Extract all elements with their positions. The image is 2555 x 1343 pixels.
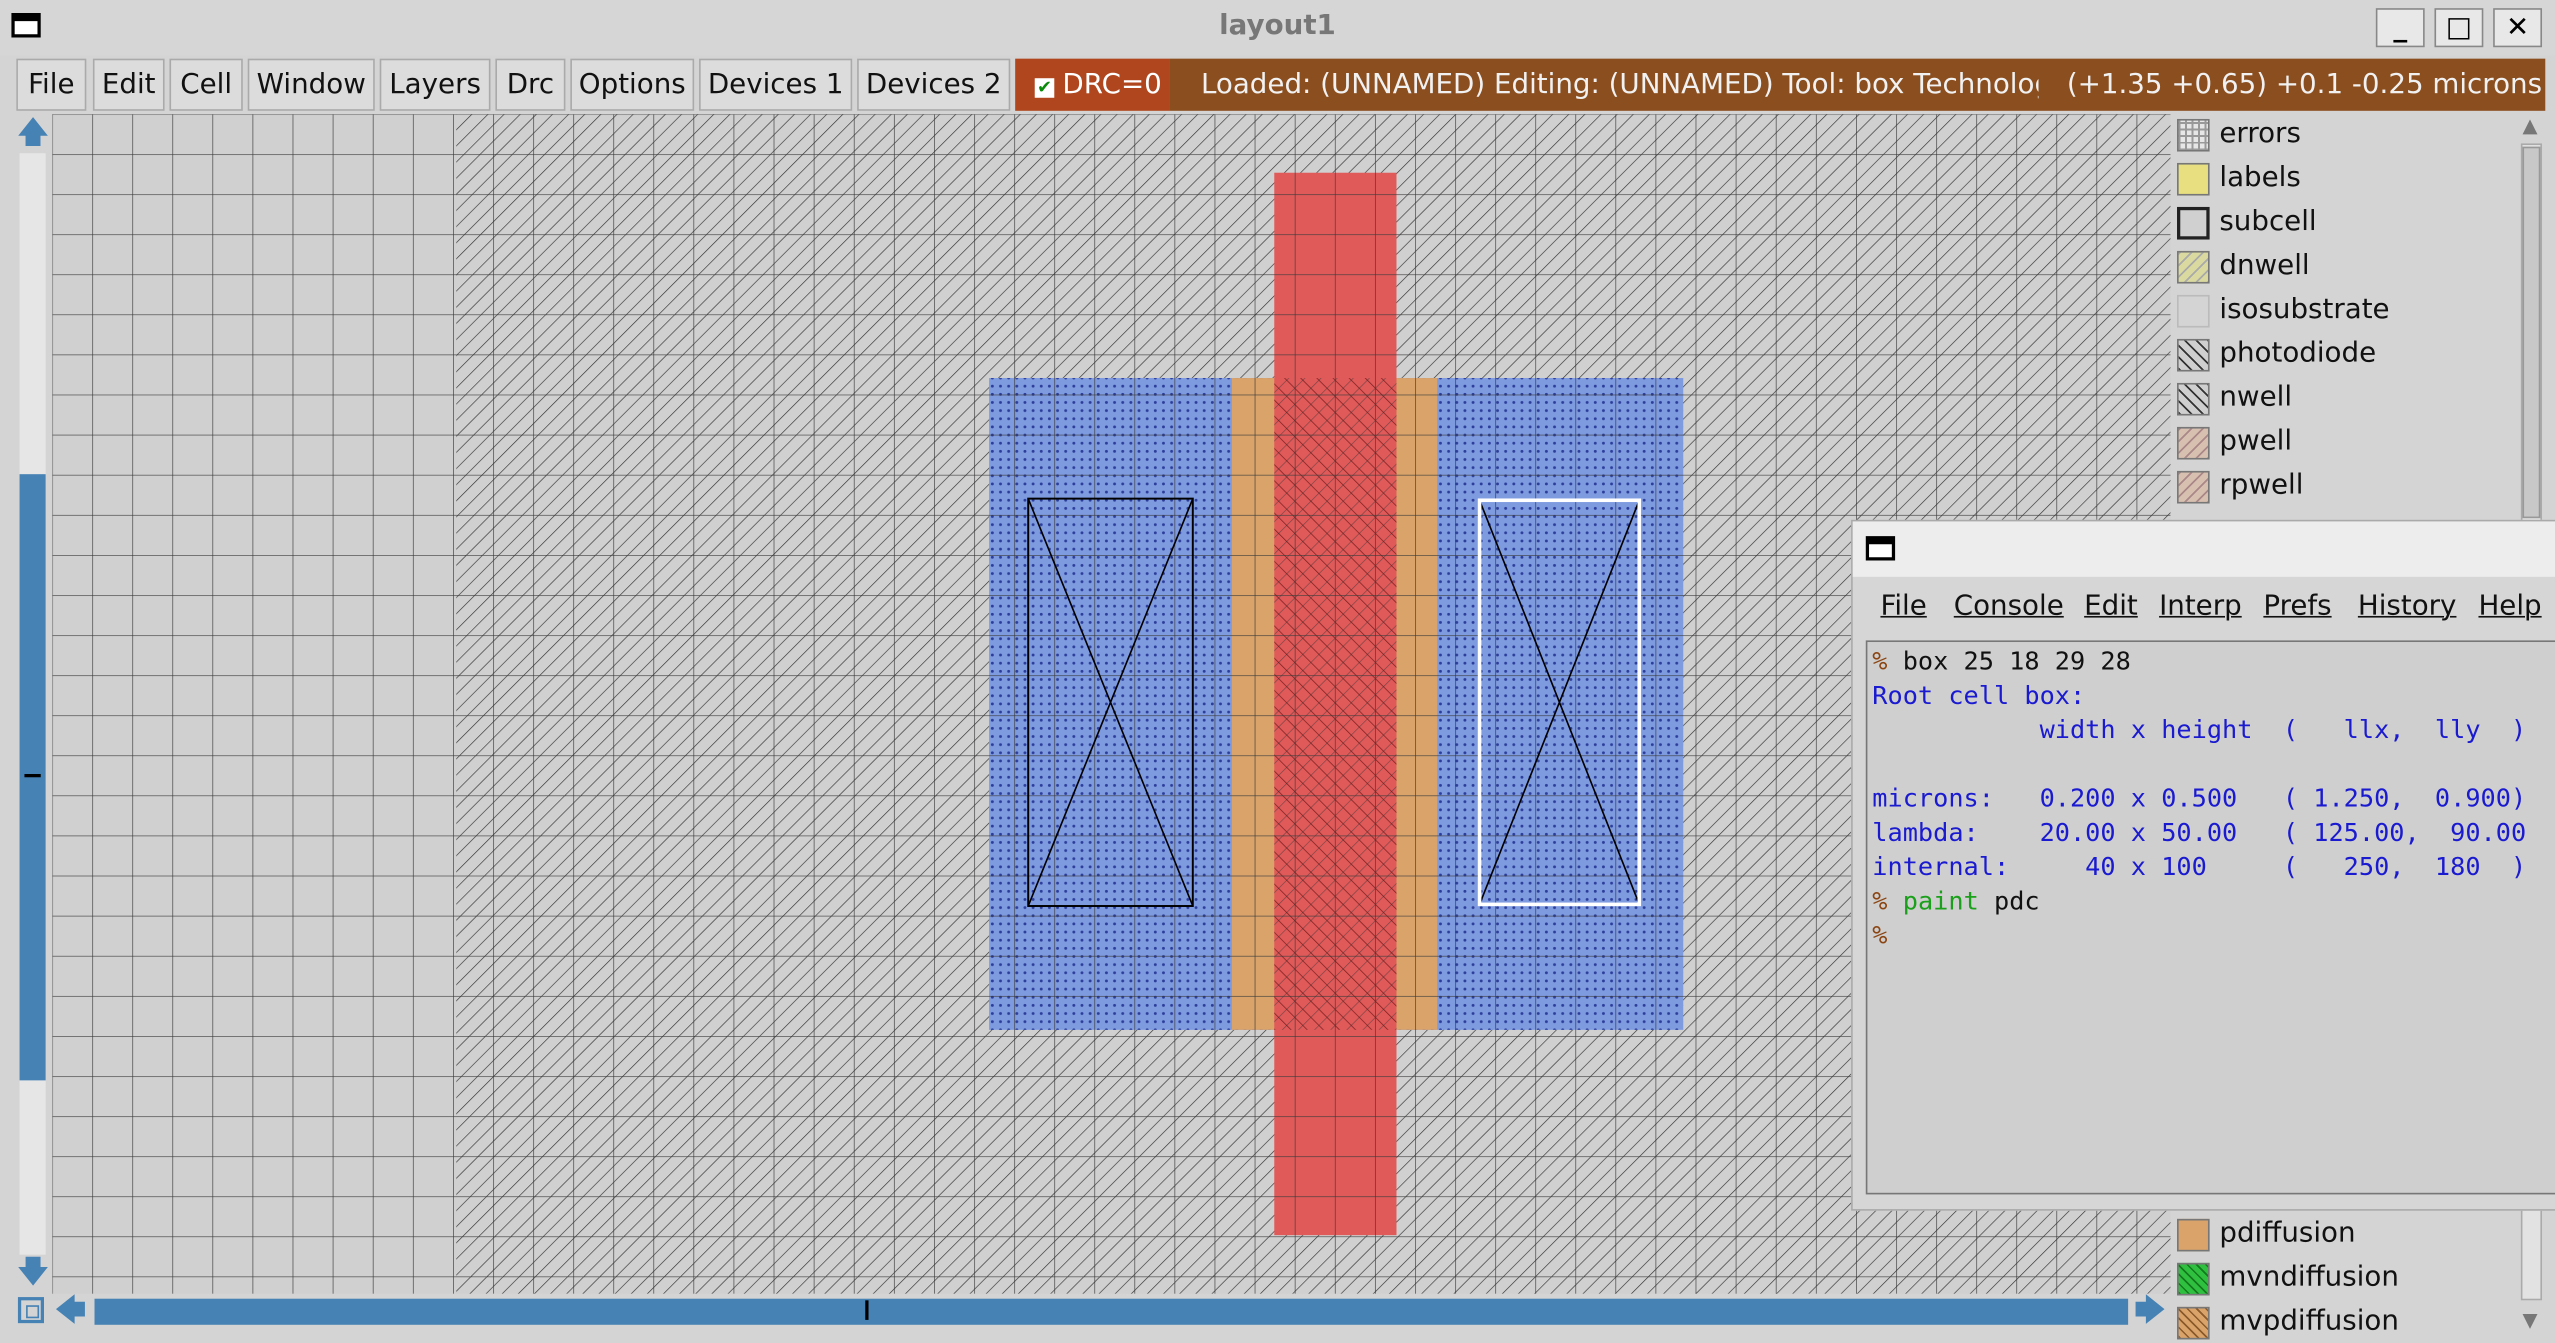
- photodiode-swatch-icon: [2177, 338, 2210, 372]
- layer-name: subcell: [2219, 205, 2317, 238]
- rpwell-swatch-icon: [2177, 470, 2210, 504]
- layer-isosubstrate[interactable]: isosubstrate: [2174, 290, 2519, 334]
- scroll-right-arrow-icon[interactable]: 🡆: [2135, 1296, 2165, 1326]
- scroll-up-arrow-icon[interactable]: ▲: [2522, 114, 2537, 137]
- layers-scroll-thumb[interactable]: [2522, 146, 2541, 519]
- scroll-down-arrow-icon[interactable]: ▼: [2522, 1308, 2537, 1331]
- subcell-swatch-icon: [2177, 206, 2210, 240]
- menu-edit[interactable]: Edit: [92, 58, 165, 111]
- console-output[interactable]: % box 25 18 29 28 Root cell box: width x …: [1865, 640, 2555, 1195]
- console-menu-interp[interactable]: Interp: [2159, 590, 2242, 623]
- pwell-swatch-icon: [2177, 426, 2210, 460]
- layer-name: errors: [2219, 117, 2301, 150]
- horizontal-scroll-thumb[interactable]: [94, 1298, 2129, 1325]
- horizontal-scrollbar[interactable]: 🡄 🡆: [16, 1293, 2168, 1330]
- layer-mvpdiffusion[interactable]: mvpdiffusion: [2174, 1302, 2519, 1340]
- minimize-button[interactable]: _: [2375, 8, 2425, 48]
- drc-toggle[interactable]: ✔ DRC=0: [1015, 58, 1170, 111]
- maximize-button[interactable]: □: [2434, 8, 2484, 48]
- window-title: layout1: [1219, 9, 1336, 43]
- pdiffusion-swatch-icon: [2177, 1218, 2210, 1252]
- layer-name: mvndiffusion: [2219, 1261, 2399, 1294]
- layer-labels[interactable]: labels: [2174, 158, 2519, 202]
- zoom-box-icon[interactable]: [17, 1297, 44, 1324]
- console-menu-edit[interactable]: Edit: [2084, 590, 2138, 623]
- console-line: internal: 40 x 100 ( 250, 180 ): [1872, 852, 2527, 882]
- layer-name: pwell: [2219, 425, 2293, 458]
- layer-pdiffusion[interactable]: pdiffusion: [2174, 1214, 2519, 1258]
- console-window: File Console Edit Interp Prefs History H…: [1851, 519, 2555, 1211]
- mvndiffusion-swatch-icon: [2177, 1262, 2210, 1296]
- console-prompt-line[interactable]: %: [1872, 919, 2555, 953]
- status-text: Loaded: (UNNAMED) Editing: (UNNAMED) Too…: [1200, 68, 2039, 102]
- console-window-icon[interactable]: [1865, 536, 1896, 561]
- isosubstrate-swatch-icon: [2177, 294, 2210, 328]
- layer-name: photodiode: [2219, 337, 2377, 370]
- console-line: lambda: 20.00 x 50.00 ( 125.00, 90.00: [1872, 818, 2527, 848]
- console-line: % paint pdc: [1872, 886, 2040, 916]
- menu-cell[interactable]: Cell: [169, 58, 243, 111]
- nwell-swatch-icon: [2177, 382, 2210, 416]
- vertical-scrollbar[interactable]: 🡅 🡇: [16, 114, 49, 1294]
- dnwell-swatch-icon: [2177, 250, 2210, 284]
- console-menu-bar: File Console Edit Interp Prefs History H…: [1853, 577, 2555, 632]
- layer-name: nwell: [2219, 381, 2293, 414]
- console-title-bar[interactable]: [1852, 521, 2555, 577]
- layer-dnwell[interactable]: dnwell: [2174, 246, 2519, 290]
- console-menu-console[interactable]: Console: [1954, 590, 2064, 623]
- console-menu-help[interactable]: Help: [2478, 590, 2541, 623]
- menu-window[interactable]: Window: [247, 58, 375, 111]
- layer-name: labels: [2219, 161, 2301, 194]
- menu-layers[interactable]: Layers: [379, 58, 491, 111]
- checkbox-icon: ✔: [1034, 77, 1055, 98]
- console-line: Root cell box:: [1872, 681, 2086, 711]
- console-menu-history[interactable]: History: [2358, 590, 2457, 623]
- scroll-up-arrow-icon[interactable]: 🡅: [18, 118, 48, 148]
- coordinate-readout: (+1.35 +0.65) +0.1 -0.25 microns: [2066, 68, 2543, 102]
- layer-subcell[interactable]: subcell: [2174, 202, 2519, 246]
- console-menu-file[interactable]: File: [1880, 590, 1926, 623]
- menu-devices-2[interactable]: Devices 2: [857, 58, 1011, 111]
- layer-errors[interactable]: errors: [2174, 114, 2519, 158]
- menu-file[interactable]: File: [16, 58, 87, 111]
- scroll-down-arrow-icon[interactable]: 🡇: [18, 1257, 48, 1287]
- layer-nwell[interactable]: nwell: [2174, 378, 2519, 422]
- layer-name: mvpdiffusion: [2219, 1305, 2399, 1338]
- layer-name: isosubstrate: [2219, 293, 2390, 326]
- menu-devices-1[interactable]: Devices 1: [699, 58, 853, 111]
- layer-name: dnwell: [2219, 249, 2310, 282]
- console-line: % box 25 18 29 28: [1872, 646, 2131, 677]
- title-bar: layout1 _ □ ✕: [0, 0, 2555, 56]
- mvpdiffusion-swatch-icon: [2177, 1306, 2210, 1340]
- console-line: microns: 0.200 x 0.500 ( 1.250, 0.900): [1872, 783, 2527, 814]
- console-line: width x height ( llx, lly ): [1872, 715, 2527, 745]
- close-button[interactable]: ✕: [2493, 8, 2543, 48]
- layer-pwell[interactable]: pwell: [2174, 422, 2519, 466]
- drc-label: DRC=0: [1062, 68, 1162, 102]
- menu-options[interactable]: Options: [570, 58, 695, 111]
- layer-mvndiffusion[interactable]: mvndiffusion: [2174, 1258, 2519, 1302]
- menu-drc[interactable]: Drc: [495, 58, 566, 111]
- scroll-left-arrow-icon[interactable]: 🡄: [55, 1296, 85, 1326]
- errors-swatch-icon: [2177, 118, 2210, 152]
- layer-photodiode[interactable]: photodiode: [2174, 334, 2519, 378]
- layer-rpwell[interactable]: rpwell: [2174, 466, 2519, 510]
- layer-name: pdiffusion: [2219, 1217, 2356, 1250]
- scroll-thumb-grip: [865, 1300, 869, 1320]
- layer-name: rpwell: [2219, 469, 2304, 502]
- console-menu-prefs[interactable]: Prefs: [2263, 590, 2331, 623]
- scroll-thumb-grip: [24, 774, 41, 778]
- labels-swatch-icon: [2177, 162, 2210, 196]
- status-bar: Loaded: (UNNAMED) Editing: (UNNAMED) Too…: [1169, 58, 2546, 111]
